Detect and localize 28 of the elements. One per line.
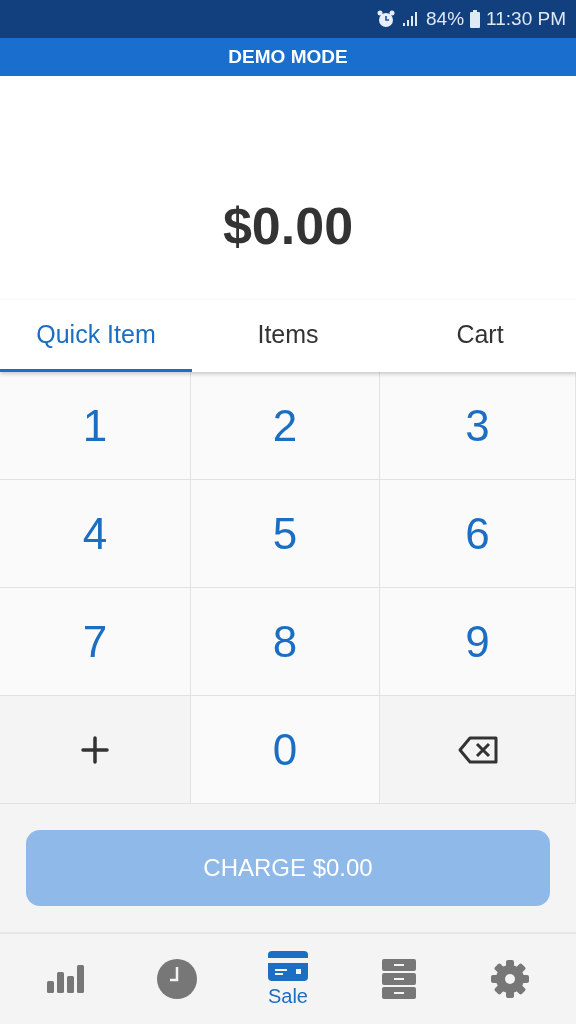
keypad-key[interactable]: 9 [380, 588, 576, 696]
keypad-key[interactable]: 2 [191, 372, 380, 480]
demo-mode-banner: DEMO MODE [0, 38, 576, 76]
tab[interactable]: Quick Item [0, 300, 192, 372]
alarm-clock-icon [376, 9, 397, 29]
backspace-icon [457, 735, 498, 764]
nav-label[interactable]: Sale [267, 984, 308, 1008]
clock-time: 11:30 PM [486, 8, 566, 30]
tab[interactable]: Cart [384, 300, 576, 372]
keypad-key[interactable]: 7 [0, 588, 191, 696]
keypad-key[interactable]: 6 [380, 480, 576, 588]
keypad-key[interactable]: 4 [0, 480, 191, 588]
bar-chart-icon[interactable] [45, 963, 86, 995]
clock-icon[interactable] [156, 959, 197, 999]
battery-icon [470, 10, 481, 28]
tab[interactable]: Items [192, 300, 384, 372]
keypad-key[interactable] [380, 696, 576, 804]
keypad-key[interactable]: 3 [380, 372, 576, 480]
keypad-key[interactable]: 1 [0, 372, 191, 480]
file-cabinet-icon[interactable] [382, 959, 417, 999]
sale-amount: $0.00 [222, 196, 354, 256]
keypad-key[interactable]: 5 [191, 480, 380, 588]
settings-icon[interactable] [490, 959, 531, 999]
credit-card-icon[interactable] [267, 950, 308, 981]
plus-icon [81, 735, 109, 764]
keypad-key[interactable]: 8 [191, 588, 380, 696]
keypad-key[interactable]: 0 [191, 696, 380, 804]
battery-percent: 84% [426, 8, 465, 30]
